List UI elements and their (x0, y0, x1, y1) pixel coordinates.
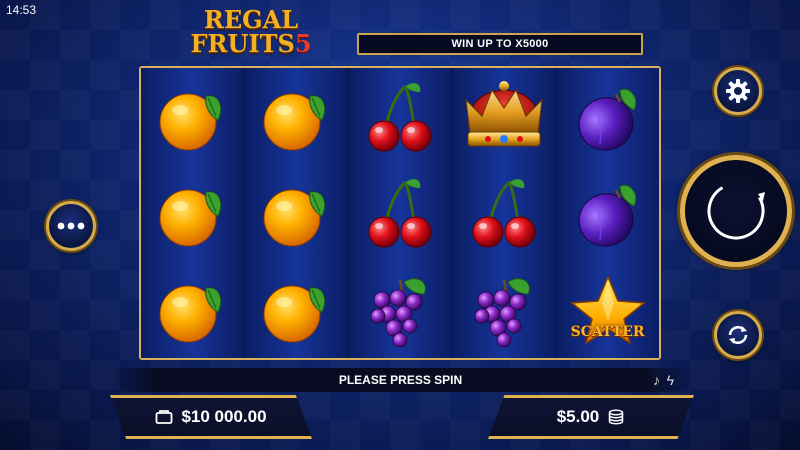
lightning-icon[interactable]: ϟ (667, 372, 674, 388)
cherry-symbol (349, 166, 452, 262)
orange-symbol (141, 262, 244, 358)
reels-grid: SCATTER (139, 66, 661, 360)
logo-number: 5 (294, 29, 312, 58)
music-note-icon[interactable]: ♪ (653, 372, 660, 388)
plum-symbol (556, 166, 659, 262)
bet-panel[interactable]: $5.00 (488, 395, 694, 439)
menu-button[interactable] (46, 201, 96, 251)
orange-symbol (245, 262, 348, 358)
game-logo: REGAL FRUITS5 (186, 8, 316, 62)
cherry-symbol (349, 70, 452, 166)
win-up-to-banner: WIN UP TO X5000 (357, 33, 643, 55)
balance-panel: $10 000.00 (110, 395, 312, 439)
balance-value: $10 000.00 (181, 407, 267, 426)
autoplay-button[interactable] (714, 311, 762, 359)
message-bar: PLEASE PRESS SPIN ♪ ϟ (111, 368, 690, 392)
orange-symbol (245, 70, 348, 166)
reel-5: SCATTER (556, 68, 659, 358)
coins-icon (609, 409, 624, 425)
logo-line-2: FRUITS5 (186, 32, 316, 56)
orange-symbol (141, 70, 244, 166)
cherry-symbol (452, 166, 555, 262)
spin-button[interactable] (680, 155, 792, 267)
bet-value: $5.00 (556, 407, 600, 426)
settings-button[interactable] (714, 67, 762, 115)
orange-symbol (245, 166, 348, 262)
autoplay-icon (728, 326, 748, 344)
wallet-icon (156, 410, 173, 424)
clock: 14:53 (6, 3, 37, 17)
grapes-symbol (349, 262, 452, 358)
logo-word-fruits: FRUITS (190, 29, 295, 58)
reel-4 (452, 68, 557, 358)
more-icon (57, 222, 85, 230)
message-text: PLEASE PRESS SPIN (338, 373, 463, 387)
scatter-label: SCATTER (570, 324, 645, 340)
scatter-symbol: SCATTER (556, 262, 659, 358)
grapes-symbol (452, 262, 555, 358)
gear-icon (726, 79, 750, 103)
reel-1 (141, 68, 245, 358)
spin-arrow-icon (707, 186, 765, 240)
reel-3 (348, 68, 453, 358)
plum-symbol (556, 70, 659, 166)
reel-2 (244, 68, 349, 358)
crown-symbol (452, 70, 555, 166)
orange-symbol (141, 166, 244, 262)
